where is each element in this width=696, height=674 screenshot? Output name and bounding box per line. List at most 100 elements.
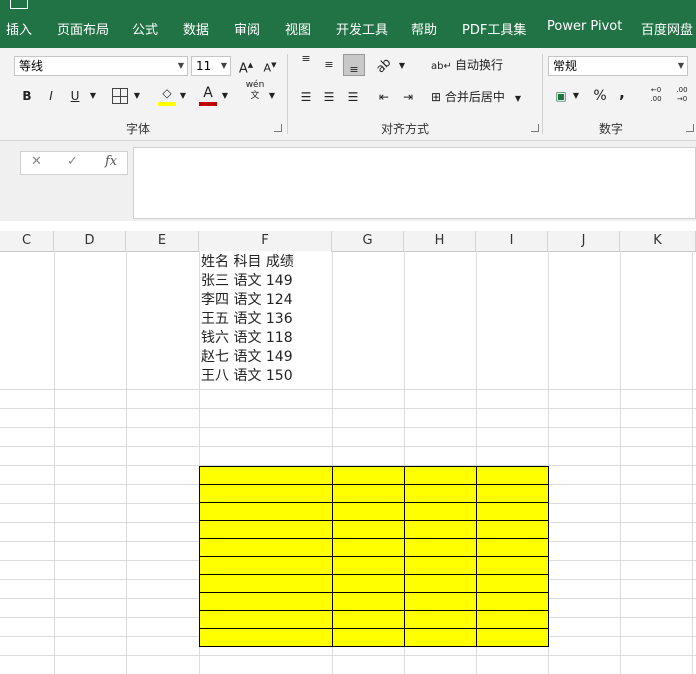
tab-formulas[interactable]: 公式 xyxy=(132,19,158,38)
table-cell[interactable] xyxy=(404,628,477,647)
table-cell[interactable] xyxy=(476,538,549,557)
fill-dropdown-icon[interactable]: ▼ xyxy=(178,87,188,107)
table-cell[interactable] xyxy=(199,502,333,521)
column-header-h[interactable]: H xyxy=(404,231,476,251)
number-dialog-launcher-icon[interactable] xyxy=(686,124,694,132)
tab-data[interactable]: 数据 xyxy=(183,19,209,38)
phonetic-dropdown-icon[interactable]: ▼ xyxy=(267,87,277,107)
table-cell[interactable] xyxy=(199,574,333,593)
table-cell[interactable] xyxy=(404,592,477,611)
insert-function-icon[interactable]: fx xyxy=(105,154,117,169)
table-cell[interactable] xyxy=(199,592,333,611)
increase-decimal-button[interactable]: ←0 .00 xyxy=(645,86,667,106)
underline-dropdown-icon[interactable]: ▼ xyxy=(88,87,98,107)
table-cell[interactable] xyxy=(404,538,477,557)
tab-view[interactable]: 视图 xyxy=(285,19,311,38)
bold-button[interactable]: B xyxy=(18,87,36,107)
accounting-dropdown-icon[interactable]: ▼ xyxy=(571,87,581,107)
shrink-font-button[interactable]: A▼ xyxy=(262,56,278,76)
table-cell[interactable] xyxy=(404,502,477,521)
table-cell[interactable] xyxy=(199,484,333,503)
tab-page-layout[interactable]: 页面布局 xyxy=(57,19,109,38)
column-header-j[interactable]: J xyxy=(548,231,620,251)
table-cell[interactable] xyxy=(476,502,549,521)
alignment-dialog-launcher-icon[interactable] xyxy=(531,124,539,132)
table-cell[interactable] xyxy=(404,610,477,629)
table-cell[interactable] xyxy=(476,556,549,575)
table-cell[interactable] xyxy=(332,466,405,485)
accounting-format-icon[interactable]: ▣ xyxy=(553,87,569,107)
formula-input[interactable] xyxy=(133,147,696,219)
column-header-k[interactable]: K xyxy=(620,231,696,251)
table-cell[interactable] xyxy=(476,610,549,629)
table-cell[interactable] xyxy=(332,592,405,611)
column-header-d[interactable]: D xyxy=(54,231,126,251)
column-header-f[interactable]: F xyxy=(199,231,332,251)
cell-grid[interactable]: 姓名 科目 成绩 张三 语文 149 李四 语文 124 王五 语文 136 钱… xyxy=(0,251,696,674)
column-header-i[interactable]: I xyxy=(476,231,548,251)
column-header-e[interactable]: E xyxy=(126,231,199,251)
tab-insert[interactable]: 插入 xyxy=(6,19,32,38)
italic-button[interactable]: I xyxy=(42,87,60,107)
align-middle-icon[interactable]: ≡ xyxy=(321,56,337,76)
enter-icon[interactable]: ✓ xyxy=(67,154,78,169)
table-cell[interactable] xyxy=(476,484,549,503)
table-cell[interactable] xyxy=(404,520,477,539)
table-cell[interactable] xyxy=(332,628,405,647)
number-format-select[interactable]: 常规 ▼ xyxy=(548,56,688,76)
percent-button[interactable]: % xyxy=(592,87,608,107)
column-header-g[interactable]: G xyxy=(332,231,404,251)
table-cell[interactable] xyxy=(404,484,477,503)
quick-access-icon[interactable] xyxy=(10,0,28,9)
decrease-decimal-button[interactable]: .00 →0 xyxy=(671,86,693,106)
merge-center-button[interactable]: ⊞ 合并后居中 ▼ xyxy=(431,88,531,108)
align-left-icon[interactable]: ☰ xyxy=(298,88,314,108)
align-right-icon[interactable]: ☰ xyxy=(345,88,361,108)
cell-f-text[interactable]: 姓名 科目 成绩 张三 语文 149 李四 语文 124 王五 语文 136 钱… xyxy=(200,251,331,388)
increase-indent-icon[interactable]: ⇥ xyxy=(399,88,417,108)
table-cell[interactable] xyxy=(332,502,405,521)
table-cell[interactable] xyxy=(199,466,333,485)
grow-font-button[interactable]: A▲ xyxy=(238,56,254,76)
table-cell[interactable] xyxy=(476,592,549,611)
phonetic-icon[interactable]: wén 文 xyxy=(244,80,266,106)
table-cell[interactable] xyxy=(476,520,549,539)
comma-style-button[interactable]: , xyxy=(617,84,627,104)
font-color-icon[interactable]: A xyxy=(199,84,217,106)
fill-color-icon[interactable]: ◇ xyxy=(158,84,176,106)
font-family-select[interactable]: 等线 ▼ xyxy=(14,56,188,76)
font-dialog-launcher-icon[interactable] xyxy=(274,124,282,132)
border-dropdown-icon[interactable]: ▼ xyxy=(132,87,142,107)
table-cell[interactable] xyxy=(199,520,333,539)
table-cell[interactable] xyxy=(404,556,477,575)
decrease-indent-icon[interactable]: ⇤ xyxy=(375,88,393,108)
table-cell[interactable] xyxy=(332,538,405,557)
underline-button[interactable]: U xyxy=(66,87,84,107)
tab-power-pivot[interactable]: Power Pivot xyxy=(547,19,622,34)
align-bottom-icon[interactable]: ≡ xyxy=(343,54,365,76)
tab-help[interactable]: 帮助 xyxy=(411,19,437,38)
wrap-text-button[interactable]: ab↵ 自动换行 xyxy=(431,56,511,76)
table-cell[interactable] xyxy=(404,466,477,485)
table-cell[interactable] xyxy=(199,556,333,575)
table-cell[interactable] xyxy=(332,610,405,629)
table-cell[interactable] xyxy=(332,520,405,539)
font-color-dropdown-icon[interactable]: ▼ xyxy=(220,87,230,107)
table-cell[interactable] xyxy=(476,628,549,647)
align-center-icon[interactable]: ☰ xyxy=(321,88,337,108)
tab-developer[interactable]: 开发工具 xyxy=(336,19,388,38)
table-cell[interactable] xyxy=(199,538,333,557)
tab-pdf-tools[interactable]: PDF工具集 xyxy=(462,19,526,38)
font-size-select[interactable]: 11 ▼ xyxy=(191,56,231,76)
table-cell[interactable] xyxy=(404,574,477,593)
table-cell[interactable] xyxy=(332,484,405,503)
tab-baidu-netdisk[interactable]: 百度网盘 xyxy=(641,19,693,38)
table-cell[interactable] xyxy=(199,628,333,647)
orientation-dropdown-icon[interactable]: ▼ xyxy=(397,57,407,77)
orientation-icon[interactable]: ab xyxy=(371,53,398,80)
table-cell[interactable] xyxy=(476,466,549,485)
column-header-c[interactable]: C xyxy=(0,231,54,251)
table-cell[interactable] xyxy=(332,556,405,575)
cancel-icon[interactable]: ✕ xyxy=(31,154,42,169)
table-cell[interactable] xyxy=(332,574,405,593)
